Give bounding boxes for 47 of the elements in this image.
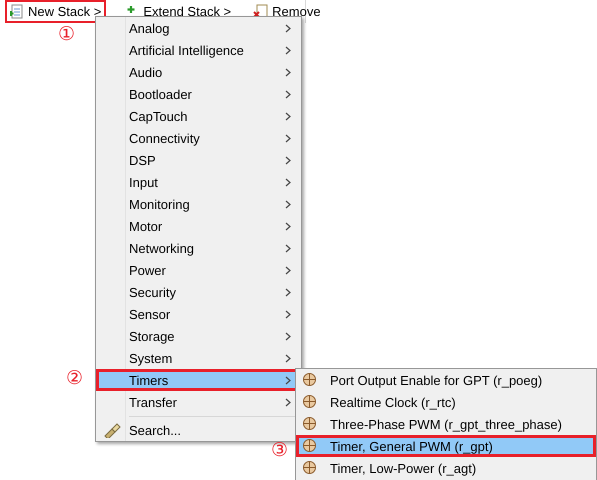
component-icon: [302, 394, 317, 409]
component-icon: [302, 372, 317, 387]
chevron-right-icon: [285, 310, 291, 318]
menu-item[interactable]: Storage: [96, 325, 301, 347]
component-icon: [302, 460, 317, 475]
menu-item[interactable]: Motor: [96, 215, 301, 237]
menu-item[interactable]: Timer, Low-Power (r_agt): [296, 457, 596, 479]
flashlight-icon: [103, 422, 121, 438]
chevron-right-icon: [285, 90, 291, 98]
document-add-icon: [10, 4, 24, 19]
chevron-right-icon: [285, 398, 291, 406]
menu-item[interactable]: Bootloader: [96, 83, 301, 105]
chevron-right-icon: [285, 222, 291, 230]
chevron-right-icon: [285, 266, 291, 274]
chevron-right-icon: [285, 244, 291, 252]
menu-item[interactable]: Sensor: [96, 303, 301, 325]
menu-item[interactable]: Connectivity: [96, 127, 301, 149]
chevron-right-icon: [285, 288, 291, 296]
chevron-right-icon: [285, 376, 291, 384]
menu-item[interactable]: CapTouch: [96, 105, 301, 127]
chevron-right-icon: [285, 354, 291, 362]
callout-number: ②: [66, 368, 84, 388]
menu-item[interactable]: Input: [96, 171, 301, 193]
menu-item[interactable]: Power: [96, 259, 301, 281]
chevron-right-icon: [285, 178, 291, 186]
menu-item[interactable]: Artificial Intelligence: [96, 39, 301, 61]
callout-number: ③: [271, 440, 288, 460]
chevron-right-icon: [285, 156, 291, 164]
menu-item[interactable]: System: [96, 347, 301, 369]
chevron-right-icon: [285, 200, 291, 208]
menu-item[interactable]: Three-Phase PWM (r_gpt_three_phase): [296, 413, 596, 435]
menu-item[interactable]: DSP: [96, 149, 301, 171]
menu-item[interactable]: Networking: [96, 237, 301, 259]
chevron-right-icon: [285, 24, 291, 32]
chevron-right-icon: [285, 134, 291, 142]
menu-item[interactable]: Timer, General PWM (r_gpt): [296, 435, 596, 457]
menu-item[interactable]: Monitoring: [96, 193, 301, 215]
menu-item[interactable]: Search...: [96, 419, 186, 441]
chevron-right-icon: [285, 112, 291, 120]
component-icon: [302, 416, 317, 431]
callout-number: ①: [58, 24, 76, 44]
chevron-right-icon: [285, 46, 291, 54]
menu-item[interactable]: Security: [96, 281, 301, 303]
component-icon: [302, 438, 317, 453]
chevron-right-icon: [285, 332, 291, 340]
menu-item[interactable]: Audio: [96, 61, 301, 83]
chevron-right-icon: [285, 68, 291, 76]
